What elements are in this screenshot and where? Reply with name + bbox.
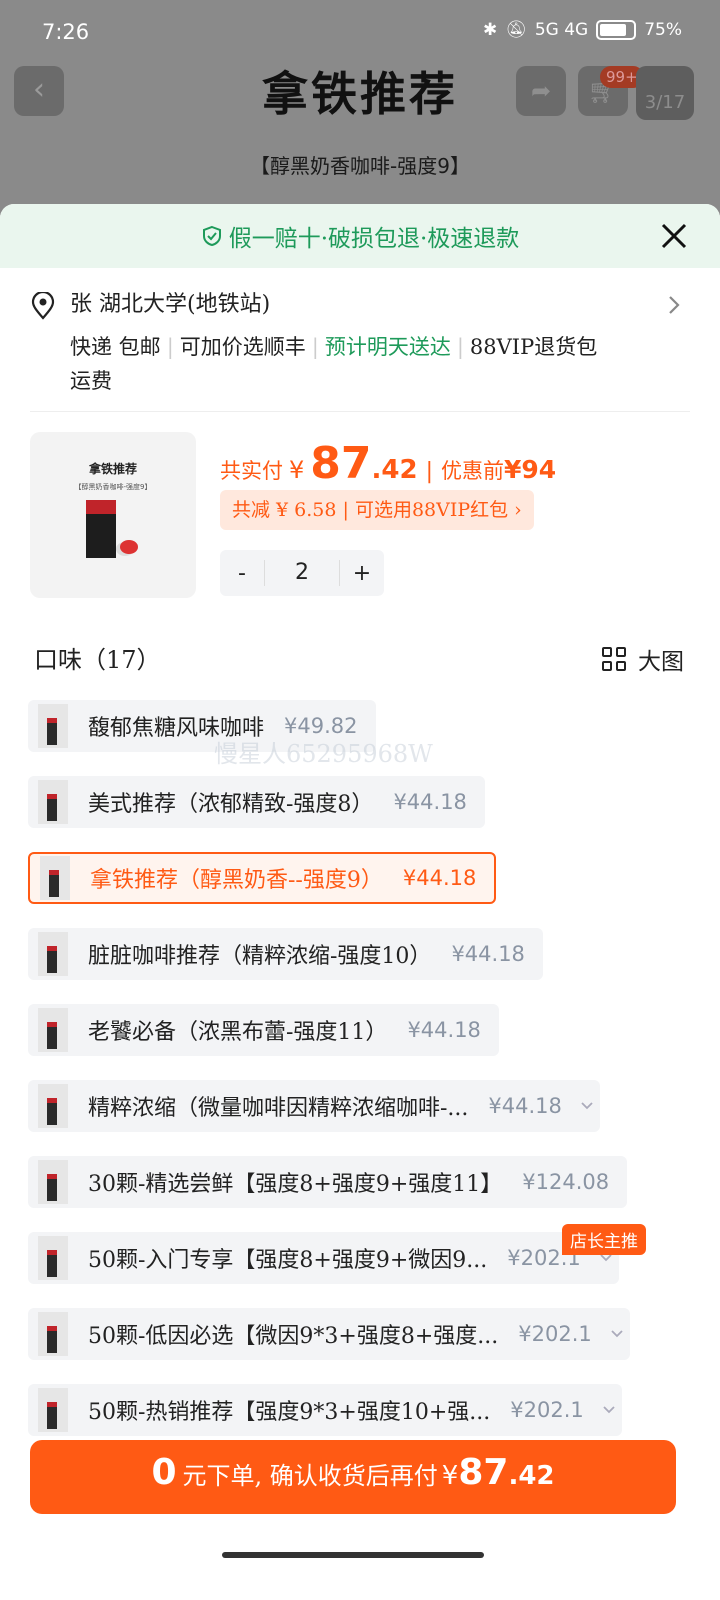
large-image-toggle[interactable]: 大图 (602, 642, 684, 676)
signal-icon: 5G 4G (534, 20, 589, 40)
chevron-right-icon (669, 296, 680, 314)
home-indicator[interactable] (222, 1552, 484, 1558)
option-name: 50颗-热销推荐【强度9*3+强度10+强... (88, 1400, 491, 1425)
grid-icon (602, 647, 626, 671)
coffee-capsule-image (120, 540, 138, 554)
close-icon[interactable] (656, 218, 692, 254)
delivery-eta: 预计明天送达 (324, 335, 451, 359)
option-thumbnail (38, 932, 68, 976)
option-price: ¥124.08 (522, 1170, 610, 1194)
flavor-option[interactable]: 精粹浓缩（微量咖啡因精粹浓缩咖啡-... ¥44.18 (28, 1080, 600, 1132)
option-price: ¥44.18 (451, 942, 525, 966)
currency-symbol: ¥ (289, 456, 305, 484)
quantity-stepper: - 2 + (220, 550, 384, 596)
price-decimal: .42 (371, 455, 418, 485)
option-name: 精粹浓缩（微量咖啡因精粹浓缩咖啡-... (88, 1096, 469, 1121)
place-order-button[interactable]: 0 元下单, 确认收货后再付 ¥ 87 .42 (30, 1440, 676, 1514)
option-name: 50颗-低因必选【微因9*3+强度8+强度... (88, 1324, 499, 1349)
option-price: ¥44.18 (402, 866, 477, 890)
image-pager: 3/17 (636, 66, 694, 120)
thumb-title: 拿铁推荐 (88, 462, 137, 476)
delivery-method: 快递 包邮 (70, 335, 161, 359)
thumb-subtitle: 【醇黑奶香咖啡-强度9】 (74, 483, 152, 491)
vip-return-info-2: 运费 (70, 369, 112, 393)
order-price-decimal: .42 (508, 1461, 555, 1491)
order-currency: ¥ (441, 1461, 459, 1491)
option-price: ¥44.18 (407, 1018, 481, 1042)
product-thumbnail[interactable]: 拿铁推荐 【醇黑奶香咖啡-强度9】 (30, 432, 196, 598)
quantity-value[interactable]: 2 (264, 560, 340, 586)
option-name: 50颗-入门专享【强度8+强度9+微因9... (88, 1248, 488, 1273)
order-zero: 0 (151, 1452, 177, 1493)
location-pin-icon (31, 292, 55, 320)
flavor-header: 口味（17） (34, 646, 161, 674)
watermark: 慢星人65295968W (214, 740, 433, 768)
pre-discount-label: 优惠前 (441, 459, 504, 483)
recipient-address: 张 湖北大学(地铁站) (70, 292, 271, 317)
status-time: 7:26 (42, 20, 90, 44)
option-thumbnail (38, 1084, 68, 1128)
option-price: ¥44.18 (393, 790, 467, 814)
option-thumbnail (40, 856, 70, 900)
status-bar: 7:26 ✱ 🔕︎ 5G 4G 75% (0, 0, 720, 66)
option-name: 美式推荐（浓郁精致-强度8） (88, 792, 374, 817)
price-integer: 87 (310, 438, 372, 489)
option-thumbnail (38, 1312, 68, 1356)
page-subtitle: 【醇黑奶香咖啡-强度9】 (250, 154, 470, 178)
flavor-option[interactable]: 美式推荐（浓郁精致-强度8） ¥44.18 (28, 776, 485, 828)
option-name: 老饕必备（浓黑布蕾-强度11） (88, 1020, 388, 1045)
coffee-box-image (86, 500, 116, 558)
flavor-option[interactable]: 脏脏咖啡推荐（精粹浓缩-强度10） ¥44.18 (28, 928, 543, 980)
option-thumbnail (38, 780, 68, 824)
option-thumbnail (38, 1160, 68, 1204)
guarantee-text: 假一赔十·破损包退·极速退款 (228, 226, 520, 252)
chevron-down-icon (581, 1102, 593, 1110)
flavor-option[interactable]: 老饕必备（浓黑布蕾-强度11） ¥44.18 (28, 1004, 499, 1056)
option-price: ¥202.1 (518, 1322, 592, 1346)
option-price: ¥202.1 (510, 1398, 584, 1422)
divider (30, 411, 690, 412)
order-text: 元下单, 确认收货后再付 (182, 1462, 438, 1490)
shipping-option: 可加价选顺丰 (179, 335, 306, 359)
price-row: 共实付 ¥ 87 .42 | 优惠前 ¥94 (220, 438, 557, 489)
sku-selector-sheet: 假一赔十·破损包退·极速退款 张 湖北大学(地铁站) 快递 包邮 | 可加价选顺丰 |… (0, 204, 720, 1600)
flavor-option[interactable]: 50颗-入门专享【强度8+强度9+微因9... ¥202.1 (28, 1232, 619, 1284)
owner-recommend-badge: 店长主推 (562, 1224, 646, 1255)
option-thumbnail (38, 1388, 68, 1432)
option-name: 脏脏咖啡推荐（精粹浓缩-强度10） (88, 944, 432, 969)
bluetooth-icon: ✱ (482, 20, 498, 40)
chevron-down-icon (611, 1330, 623, 1338)
shipping-address[interactable]: 张 湖北大学(地铁站) 快递 包邮 | 可加价选顺丰 | 预计明天送达 | 88VIP退货包… (30, 288, 690, 398)
option-name: 30颗-精选尝鲜【强度8+强度9+强度11】 (88, 1172, 503, 1197)
increase-button[interactable]: + (340, 561, 384, 586)
option-thumbnail (38, 1008, 68, 1052)
flavor-option-selected[interactable]: 拿铁推荐（醇黑奶香--强度9） ¥44.18 (28, 852, 497, 904)
status-icons: ✱ 🔕︎ 5G 4G 75% (483, 20, 682, 40)
flavor-option[interactable]: 50颗-热销推荐【强度9*3+强度10+强... ¥202.1 (28, 1384, 622, 1436)
discount-tag[interactable]: 共减 ¥ 6.58 | 可选用88VIP红包 › (220, 490, 534, 530)
battery-level: 75% (644, 20, 682, 40)
paid-label: 共实付 (220, 459, 283, 483)
shield-check-icon (202, 225, 221, 247)
order-price-integer: 87 (458, 1452, 509, 1493)
decrease-button[interactable]: - (220, 561, 264, 586)
delivery-info: 快递 包邮 | 可加价选顺丰 | 预计明天送达 | 88VIP退货包 运费 (70, 335, 598, 393)
share-button[interactable]: ➦ (516, 66, 566, 116)
chevron-down-icon (603, 1406, 615, 1414)
mute-icon: 🔕︎ (505, 20, 527, 40)
guarantee-banner: 假一赔十·破损包退·极速退款 (0, 204, 720, 268)
battery-icon (596, 20, 637, 40)
flavor-option[interactable]: 30颗-精选尝鲜【强度8+强度9+强度11】 ¥124.08 (28, 1156, 628, 1208)
selected-product: 拿铁推荐 【醇黑奶香咖啡-强度9】 共实付 ¥ 87 .42 | 优惠前 ¥94… (30, 432, 690, 602)
option-price: ¥44.18 (488, 1094, 562, 1118)
option-name: 拿铁推荐（醇黑奶香--强度9） (90, 868, 383, 893)
flavor-option[interactable]: 50颗-低因必选【微因9*3+强度8+强度... ¥202.1 (28, 1308, 630, 1360)
pre-discount-price: ¥94 (504, 455, 557, 484)
large-image-label: 大图 (638, 649, 684, 675)
vip-return-info: 88VIP退货包 (469, 335, 598, 359)
option-thumbnail (38, 704, 68, 748)
option-thumbnail (38, 1236, 68, 1280)
